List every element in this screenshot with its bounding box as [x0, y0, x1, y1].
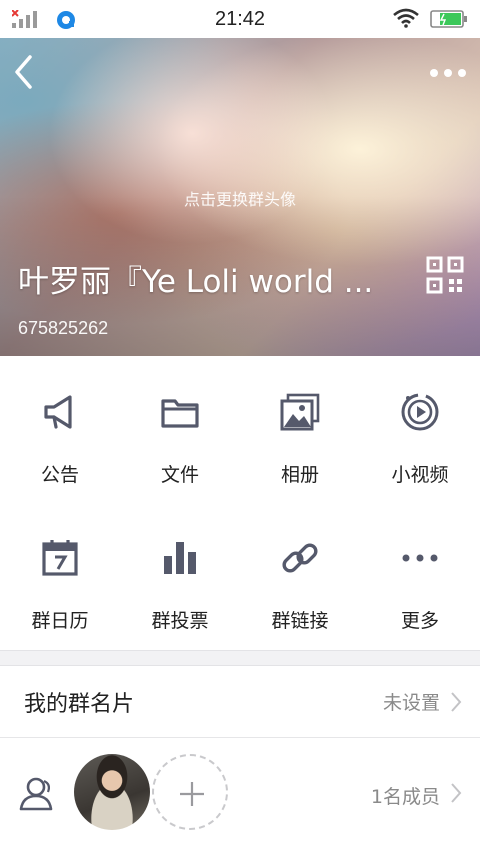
change-avatar-hint[interactable]: 点击更换群头像 — [0, 186, 480, 210]
add-member-button[interactable] — [152, 754, 228, 830]
wifi-icon — [393, 8, 419, 28]
feature-label: 更多 — [400, 610, 439, 632]
link-icon — [282, 543, 318, 573]
feature-files[interactable]: 文件 — [120, 356, 240, 502]
feature-announcement[interactable]: 公告 — [0, 356, 120, 502]
feature-vote[interactable]: 群投票 — [120, 502, 240, 648]
my-group-card-label: 我的群名片 — [24, 692, 135, 717]
feature-label: 群日历 — [31, 610, 89, 632]
video-play-icon — [401, 393, 439, 431]
photo-album-icon — [280, 393, 320, 431]
section-divider — [0, 650, 480, 666]
feature-label: 群链接 — [271, 610, 329, 632]
feature-label: 小视频 — [391, 464, 449, 486]
status-bar: 21:42 — [0, 0, 480, 38]
group-id: 675825262 — [18, 318, 109, 338]
more-dots-icon — [402, 554, 438, 562]
calendar-icon — [42, 540, 78, 576]
member-avatar[interactable] — [74, 754, 150, 830]
group-members-row[interactable]: 1名成员 — [0, 738, 480, 854]
feature-calendar[interactable]: 群日历 — [0, 502, 120, 648]
back-arrow-icon[interactable] — [10, 52, 40, 92]
feature-label: 文件 — [160, 464, 199, 486]
feature-label: 相册 — [280, 464, 319, 486]
member-count: 1名成员 — [370, 786, 440, 808]
my-group-card-row[interactable]: 我的群名片 未设置 — [0, 666, 480, 738]
folder-icon — [161, 399, 199, 428]
feature-more[interactable]: 更多 — [360, 502, 480, 648]
plus-icon — [180, 782, 204, 806]
chevron-right-icon — [451, 692, 462, 712]
group-name: 叶罗丽『Ye Loli world ... — [18, 264, 374, 300]
megaphone-icon — [44, 395, 72, 429]
group-avatar-banner[interactable]: 点击更换群头像 叶罗丽『Ye Loli world ... 675825262 — [0, 38, 480, 356]
chevron-right-icon — [451, 783, 462, 803]
feature-link[interactable]: 群链接 — [240, 502, 360, 648]
members-icon — [19, 777, 53, 811]
feature-label: 公告 — [40, 464, 79, 486]
more-options-icon[interactable] — [428, 66, 468, 80]
feature-album[interactable]: 相册 — [240, 356, 360, 502]
battery-icon — [430, 10, 467, 28]
feature-grid: 公告 文件 相册 小视频 群日历 群投票 群链接 更多 — [0, 356, 480, 650]
qr-code-icon[interactable] — [426, 256, 464, 294]
bar-chart-icon — [164, 542, 196, 574]
feature-label: 群投票 — [151, 610, 209, 632]
my-group-card-value: 未设置 — [382, 692, 440, 714]
feature-short-video[interactable]: 小视频 — [360, 356, 480, 502]
